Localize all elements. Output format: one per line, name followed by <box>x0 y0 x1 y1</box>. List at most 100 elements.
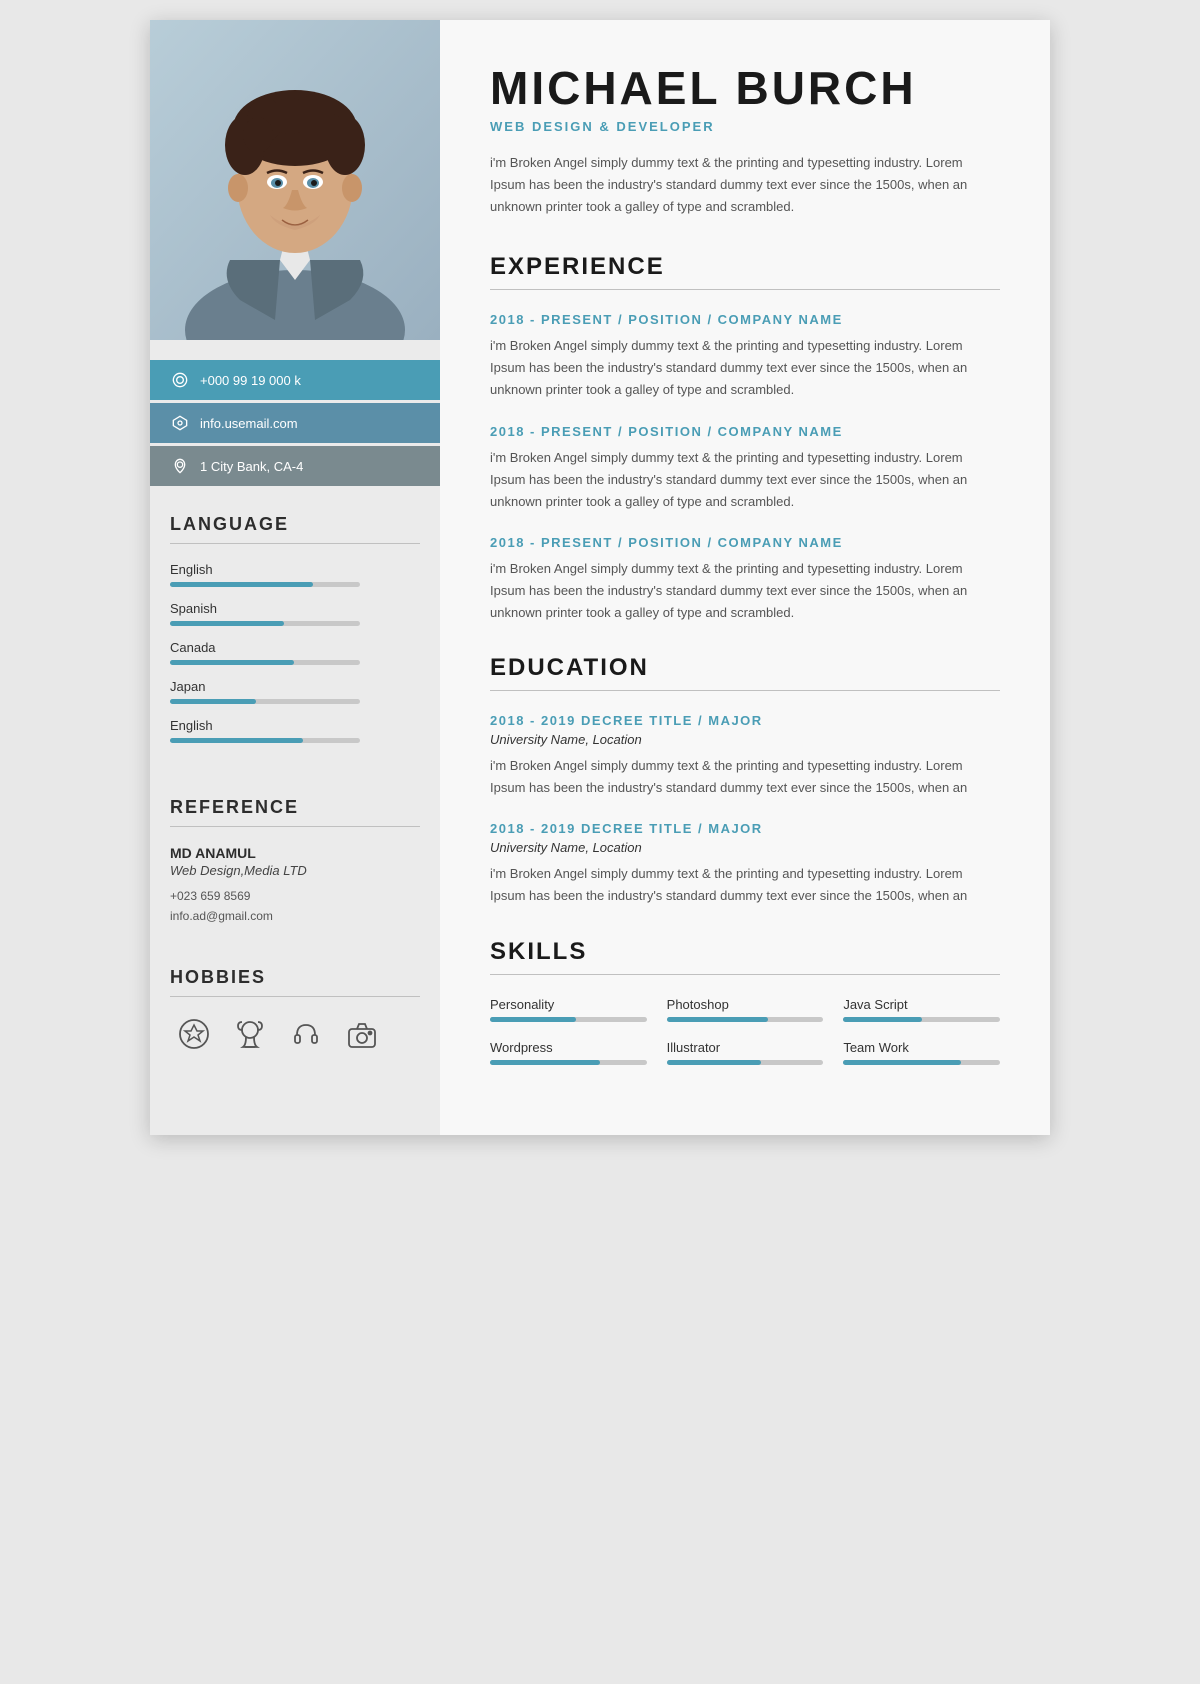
language-divider <box>170 543 420 544</box>
hobbies-divider <box>170 996 420 997</box>
language-title: LANGUAGE <box>170 514 420 535</box>
skill-name: Illustrator <box>667 1040 824 1055</box>
skill-bar-bg <box>667 1060 824 1065</box>
skill-bar-fill <box>667 1060 761 1065</box>
edu-degree: 2018 - 2019 DECREE TITLE / MAJOR <box>490 713 1000 728</box>
language-item: Canada <box>170 640 420 665</box>
lang-bar-fill <box>170 582 313 587</box>
lang-bar-fill <box>170 738 303 743</box>
hobbies-section: HOBBIES <box>150 942 440 1068</box>
award-icon <box>231 1015 269 1053</box>
skill-name: Wordpress <box>490 1040 647 1055</box>
skill-name: Team Work <box>843 1040 1000 1055</box>
language-item: Spanish <box>170 601 420 626</box>
education-divider <box>490 690 1000 691</box>
ref-phone: +023 659 8569 <box>170 886 420 906</box>
experience-title: EXPERIENCE <box>490 253 1000 281</box>
edu-description: i'm Broken Angel simply dummy text & the… <box>490 863 1000 907</box>
phone-number: +000 99 19 000 k <box>200 373 301 388</box>
lang-bar-fill <box>170 621 284 626</box>
lang-name: Canada <box>170 640 420 655</box>
lang-name: English <box>170 562 420 577</box>
experience-divider <box>490 289 1000 290</box>
phone-contact: +000 99 19 000 k <box>150 360 440 400</box>
headphones-icon <box>287 1015 325 1053</box>
experience-list: 2018 - PRESENT / POSITION / COMPANY NAME… <box>490 312 1000 624</box>
skills-title: SKILLS <box>490 938 1000 966</box>
email-icon <box>170 413 190 433</box>
language-item: English <box>170 718 420 743</box>
hobbies-title: HOBBIES <box>170 967 420 988</box>
skills-grid: Personality Photoshop Java Script Wordpr… <box>490 997 1000 1065</box>
ref-name: MD ANAMUL <box>170 845 420 861</box>
skill-bar-bg <box>667 1017 824 1022</box>
exp-description: i'm Broken Angel simply dummy text & the… <box>490 447 1000 513</box>
exp-position: 2018 - PRESENT / POSITION / COMPANY NAME <box>490 535 1000 550</box>
language-section: LANGUAGE English Spanish Canada Japan En… <box>150 489 440 772</box>
skill-name: Personality <box>490 997 647 1012</box>
skill-item: Java Script <box>843 997 1000 1022</box>
email-contact: info.usemail.com <box>150 403 440 443</box>
skill-item: Team Work <box>843 1040 1000 1065</box>
lang-bar-bg <box>170 660 360 665</box>
skill-bar-bg <box>490 1060 647 1065</box>
education-item: 2018 - 2019 DECREE TITLE / MAJOR Univers… <box>490 713 1000 799</box>
language-item: Japan <box>170 679 420 704</box>
skills-divider <box>490 974 1000 975</box>
skills-section: SKILLS Personality Photoshop Java Script… <box>490 938 1000 1065</box>
skill-item: Wordpress <box>490 1040 647 1065</box>
reference-divider <box>170 826 420 827</box>
education-title: EDUCATION <box>490 654 1000 682</box>
edu-description: i'm Broken Angel simply dummy text & the… <box>490 755 1000 799</box>
location-icon <box>170 456 190 476</box>
lang-bar-bg <box>170 621 360 626</box>
lang-name: Japan <box>170 679 420 694</box>
address-text: 1 City Bank, CA-4 <box>200 459 303 474</box>
skill-bar-fill <box>490 1017 576 1022</box>
edu-university: University Name, Location <box>490 732 1000 747</box>
language-list: English Spanish Canada Japan English <box>170 562 420 743</box>
contact-section: +000 99 19 000 k info.usemail.com 1 City… <box>150 360 440 486</box>
hobbies-icons <box>170 1015 420 1053</box>
lang-bar-bg <box>170 738 360 743</box>
edu-degree: 2018 - 2019 DECREE TITLE / MAJOR <box>490 821 1000 836</box>
lang-name: Spanish <box>170 601 420 616</box>
ref-email: info.ad@gmail.com <box>170 906 420 926</box>
education-list: 2018 - 2019 DECREE TITLE / MAJOR Univers… <box>490 713 1000 907</box>
phone-icon <box>170 370 190 390</box>
left-column: +000 99 19 000 k info.usemail.com 1 City… <box>150 20 440 1135</box>
reference-title: REFERENCE <box>170 797 420 818</box>
lang-bar-bg <box>170 699 360 704</box>
candidate-job-title: WEB DESIGN & DEVELOPER <box>490 119 1000 134</box>
email-address: info.usemail.com <box>200 416 298 431</box>
address-contact: 1 City Bank, CA-4 <box>150 446 440 486</box>
lang-bar-fill <box>170 660 294 665</box>
ref-contact-info: +023 659 8569 info.ad@gmail.com <box>170 886 420 927</box>
skill-bar-bg <box>843 1017 1000 1022</box>
profile-photo <box>150 20 440 340</box>
skill-item: Personality <box>490 997 647 1022</box>
profile-summary: i'm Broken Angel simply dummy text & the… <box>490 152 1000 218</box>
exp-position: 2018 - PRESENT / POSITION / COMPANY NAME <box>490 424 1000 439</box>
camera-icon <box>343 1015 381 1053</box>
skill-bar-fill <box>490 1060 600 1065</box>
exp-position: 2018 - PRESENT / POSITION / COMPANY NAME <box>490 312 1000 327</box>
experience-section: EXPERIENCE 2018 - PRESENT / POSITION / C… <box>490 253 1000 624</box>
lang-bar-bg <box>170 582 360 587</box>
skill-bar-bg <box>843 1060 1000 1065</box>
skill-bar-fill <box>667 1017 769 1022</box>
edu-university: University Name, Location <box>490 840 1000 855</box>
right-column: MICHAEL BURCH WEB DESIGN & DEVELOPER i'm… <box>440 20 1050 1135</box>
experience-item: 2018 - PRESENT / POSITION / COMPANY NAME… <box>490 535 1000 624</box>
lang-name: English <box>170 718 420 733</box>
exp-description: i'm Broken Angel simply dummy text & the… <box>490 335 1000 401</box>
lang-bar-fill <box>170 699 256 704</box>
skill-bar-fill <box>843 1060 961 1065</box>
language-item: English <box>170 562 420 587</box>
resume-container: +000 99 19 000 k info.usemail.com 1 City… <box>150 20 1050 1135</box>
skill-bar-fill <box>843 1017 921 1022</box>
skill-name: Photoshop <box>667 997 824 1012</box>
experience-item: 2018 - PRESENT / POSITION / COMPANY NAME… <box>490 312 1000 401</box>
experience-item: 2018 - PRESENT / POSITION / COMPANY NAME… <box>490 424 1000 513</box>
football-icon <box>175 1015 213 1053</box>
